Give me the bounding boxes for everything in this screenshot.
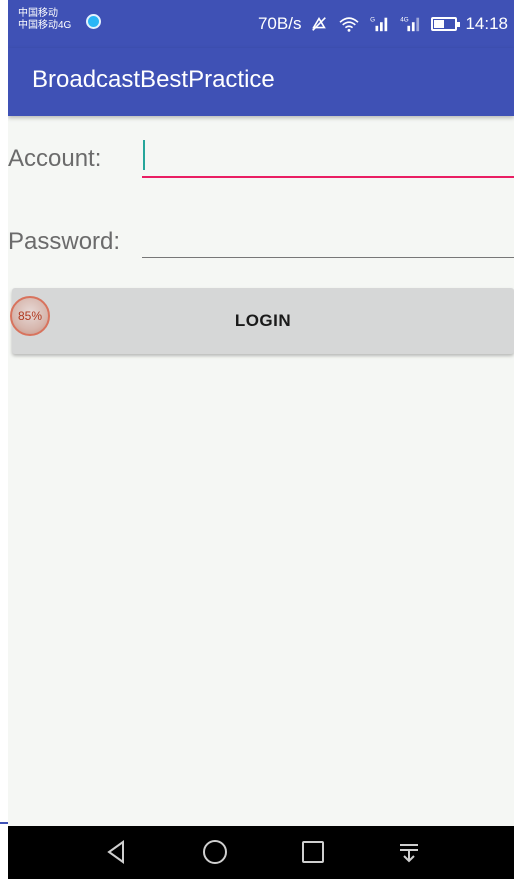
app-title: BroadcastBestPractice [32, 66, 275, 93]
memory-boost-bubble[interactable]: 85% [10, 296, 50, 336]
battery-icon [431, 17, 461, 31]
memory-percent: 85% [17, 309, 43, 323]
carrier-line-2: 中国移动4G [18, 20, 72, 31]
signal-g-icon: G [371, 16, 388, 32]
edge-marker [0, 822, 8, 824]
notification-pull-icon[interactable] [394, 837, 424, 867]
app-bar: BroadcastBestPractice [8, 48, 514, 116]
wifi-icon [339, 17, 359, 32]
clock: 14:18 [465, 14, 508, 33]
app-circle-icon [86, 14, 101, 29]
carrier-line-1: 中国移动 [18, 8, 58, 19]
account-input[interactable] [142, 138, 514, 178]
status-icons: 70B/s G 4G 14:18 [258, 13, 508, 35]
mute-icon [312, 17, 327, 31]
account-label: Account: [8, 145, 102, 172]
login-button[interactable]: LOGIN [12, 288, 514, 354]
password-input[interactable] [142, 218, 514, 258]
net-speed: 70B/s [257, 14, 302, 33]
back-icon[interactable] [102, 837, 132, 867]
svg-text:G: G [371, 16, 376, 23]
recents-icon[interactable] [298, 837, 328, 867]
svg-text:4G: 4G [401, 16, 410, 23]
password-label: Password: [8, 228, 121, 255]
text-cursor [143, 140, 145, 170]
navigation-bar [8, 826, 514, 879]
carrier-info: 中国移动 中国移动4G [18, 8, 71, 32]
phone-screen: 中国移动 中国移动4G 70B/s G 4G 14:18 BroadcastBe… [8, 0, 514, 879]
signal-4g-icon: 4G [401, 16, 420, 32]
home-icon[interactable] [200, 837, 230, 867]
status-bar: 中国移动 中国移动4G 70B/s G 4G 14:18 [8, 0, 514, 48]
